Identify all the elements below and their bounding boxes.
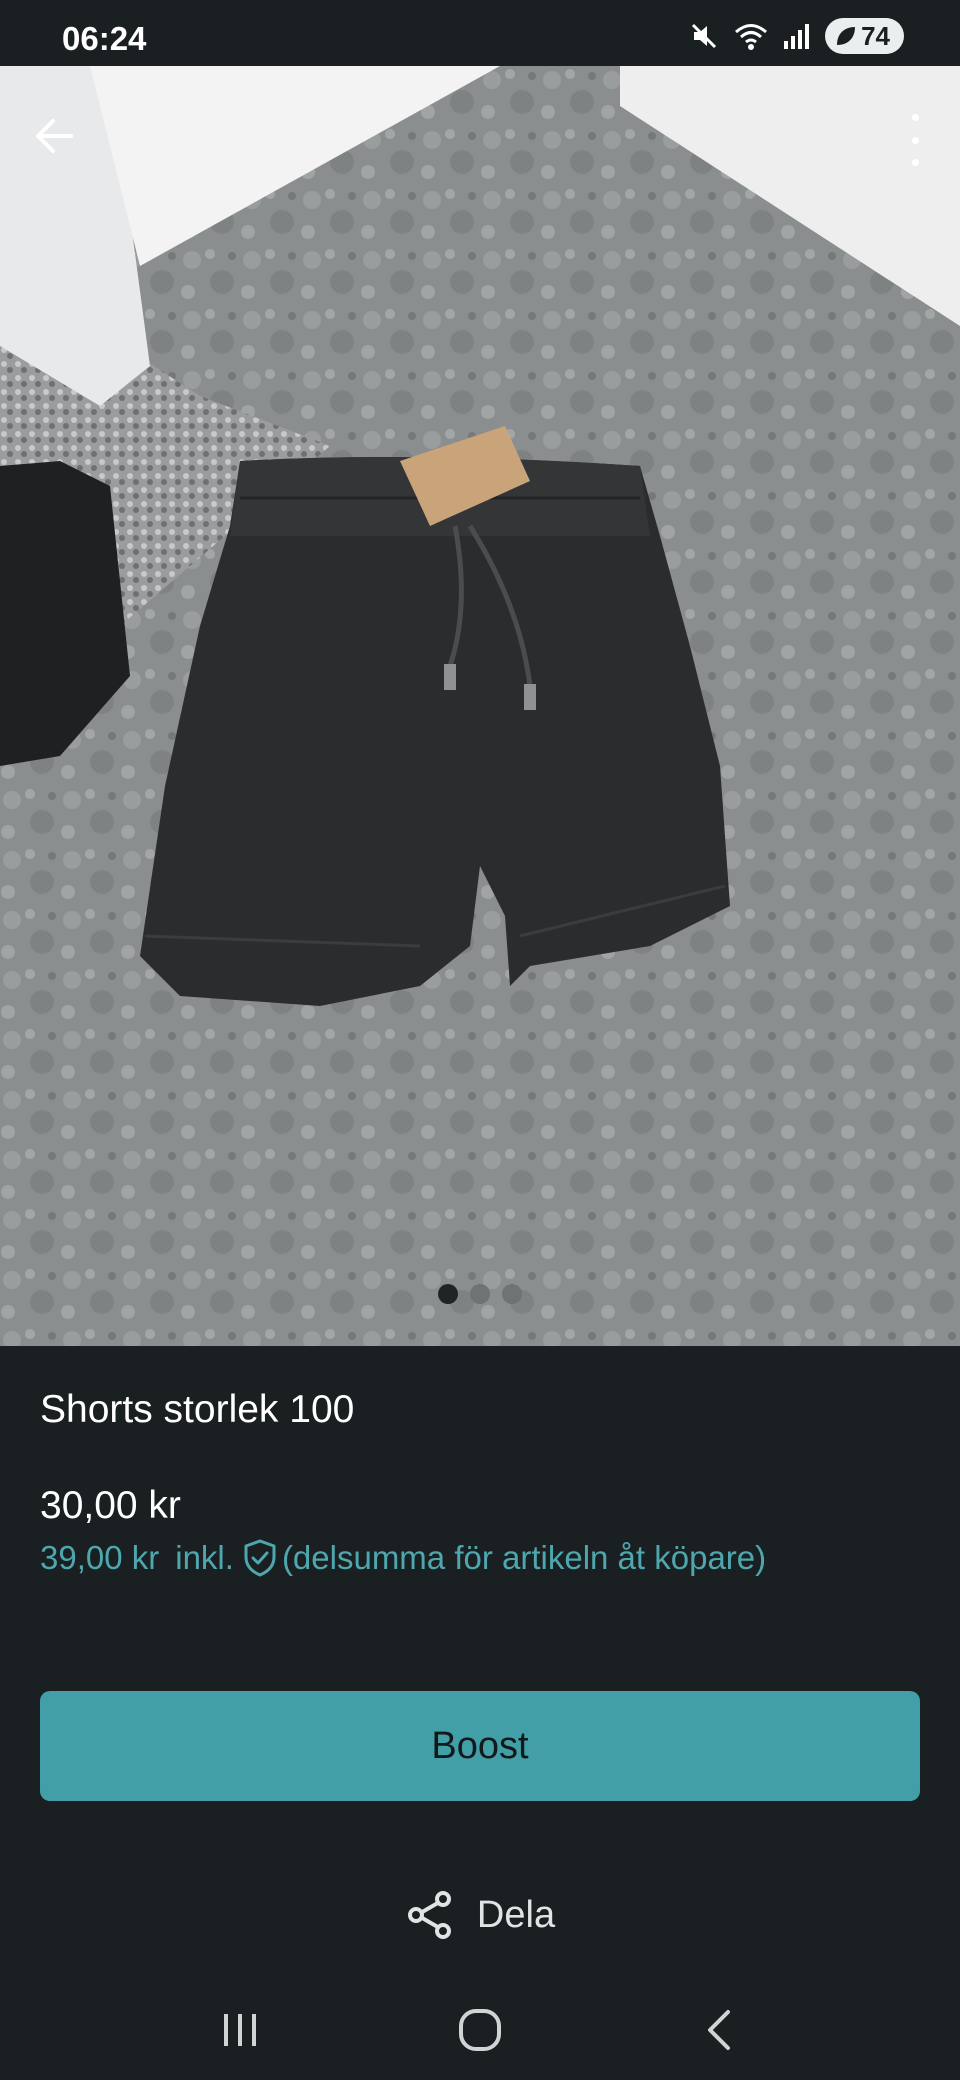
more-options-button[interactable] xyxy=(900,108,930,172)
boost-button[interactable]: Boost xyxy=(40,1691,920,1801)
buyer-price-info[interactable]: 39,00 kr inkl. (delsumma för artikeln åt… xyxy=(40,1538,766,1578)
listing-price: 30,00 kr xyxy=(40,1484,181,1527)
system-nav-bar xyxy=(0,1980,960,2080)
arrow-left-icon xyxy=(36,119,73,153)
home-icon xyxy=(459,2009,501,2051)
fee-note: (delsumma för artikeln åt köpare) xyxy=(281,1539,767,1576)
signal-icon xyxy=(784,24,810,49)
shield-check-icon xyxy=(244,1539,276,1577)
recent-apps-button[interactable] xyxy=(200,2000,280,2060)
share-button[interactable]: Dela xyxy=(0,1890,960,1940)
more-dot-icon xyxy=(911,159,919,166)
product-image-carousel[interactable] xyxy=(0,66,960,1346)
incl-label: inkl. xyxy=(175,1539,234,1576)
pager-dot-active[interactable] xyxy=(438,1284,458,1304)
share-label: Dela xyxy=(476,1893,556,1936)
status-time: 06:24 xyxy=(62,20,147,57)
pager-dot[interactable] xyxy=(502,1284,522,1304)
listing-title: Shorts storlek 100 xyxy=(40,1388,355,1431)
recent-apps-icon xyxy=(224,2014,256,2046)
status-icons: 74 xyxy=(689,18,904,54)
product-photo xyxy=(0,66,960,1346)
battery-icon: 74 xyxy=(825,18,904,54)
chevron-left-icon xyxy=(708,2010,730,2050)
wifi-icon xyxy=(735,24,768,50)
system-back-button[interactable] xyxy=(680,2000,760,2060)
more-dot-icon xyxy=(911,114,919,121)
image-pager xyxy=(0,1284,960,1304)
battery-level: 74 xyxy=(861,20,890,51)
leaf-icon xyxy=(837,27,856,45)
back-button[interactable] xyxy=(26,108,82,164)
status-bar: 06:24 74 xyxy=(0,0,960,66)
mute-icon xyxy=(692,23,717,49)
buyer-price: 39,00 kr xyxy=(40,1539,160,1576)
home-button[interactable] xyxy=(440,2000,520,2060)
share-icon xyxy=(407,1891,451,1939)
more-dot-icon xyxy=(911,136,919,144)
pager-dot[interactable] xyxy=(470,1284,490,1304)
